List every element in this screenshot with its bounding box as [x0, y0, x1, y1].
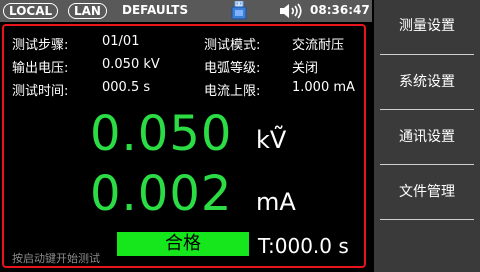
lan-indicator: LAN: [68, 3, 107, 19]
menu-file-management[interactable]: 文件管理: [374, 166, 480, 218]
arc-level-label: 电弧等级:: [204, 61, 261, 76]
output-voltage-label: 输出电压:: [12, 61, 69, 76]
param-test-mode: 测试模式: 交流耐压: [204, 34, 344, 53]
voltage-reading: 0.050: [90, 106, 233, 162]
elapsed-timer: T:000.0 s: [258, 234, 349, 258]
menu-measurement-settings[interactable]: 测量设置: [374, 0, 480, 52]
param-arc-level: 电弧等级: 关闭: [204, 57, 318, 76]
param-current-limit: 电流上限: 1.000 mA: [204, 80, 355, 99]
status-bar: LOCAL LAN DEFAULTS 08:36:47: [0, 0, 372, 22]
tester-screen: LOCAL LAN DEFAULTS 08:36:47 测试步骤: 01/01 …: [0, 0, 480, 272]
test-time-value: 000.5 s: [102, 80, 151, 95]
test-mode-label: 测试模式:: [204, 38, 261, 53]
current-reading: 0.002: [90, 166, 233, 222]
current-limit-value: 1.000 mA: [292, 80, 355, 95]
menu-system-settings[interactable]: 系统设置: [374, 56, 480, 108]
local-indicator: LOCAL: [3, 3, 59, 19]
voltage-unit: kṼ: [256, 126, 287, 154]
menu-divider: [380, 54, 474, 55]
usb-drive-icon: [231, 1, 247, 20]
step-value: 01/01: [102, 34, 140, 49]
side-menu: 测量设置 系统设置 通讯设置 文件管理: [374, 0, 480, 272]
menu-communication-settings[interactable]: 通讯设置: [374, 111, 480, 163]
param-output-voltage: 输出电压: 0.050 kV: [12, 57, 160, 76]
param-test-time: 测试时间: 000.5 s: [12, 80, 150, 99]
param-step: 测试步骤: 01/01: [12, 34, 139, 53]
current-unit: mA: [256, 188, 296, 216]
config-name: DEFAULTS: [122, 3, 189, 17]
menu-divider: [380, 219, 474, 220]
menu-divider: [380, 109, 474, 110]
output-voltage-value: 0.050 kV: [102, 57, 160, 72]
measurement-panel: 测试步骤: 01/01 测试模式: 交流耐压 输出电压: 0.050 kV 电弧…: [2, 24, 366, 268]
start-hint: 按启动键开始测试: [12, 252, 100, 265]
step-label: 测试步骤:: [12, 38, 69, 53]
arc-level-value: 关闭: [292, 61, 319, 76]
speaker-volume-icon: [280, 3, 302, 19]
test-time-label: 测试时间:: [12, 84, 69, 99]
test-mode-value: 交流耐压: [292, 38, 345, 53]
pass-result-badge: 合格: [117, 232, 249, 256]
current-limit-label: 电流上限:: [204, 84, 261, 99]
clock: 08:36:47: [310, 3, 370, 17]
menu-divider: [380, 164, 474, 165]
